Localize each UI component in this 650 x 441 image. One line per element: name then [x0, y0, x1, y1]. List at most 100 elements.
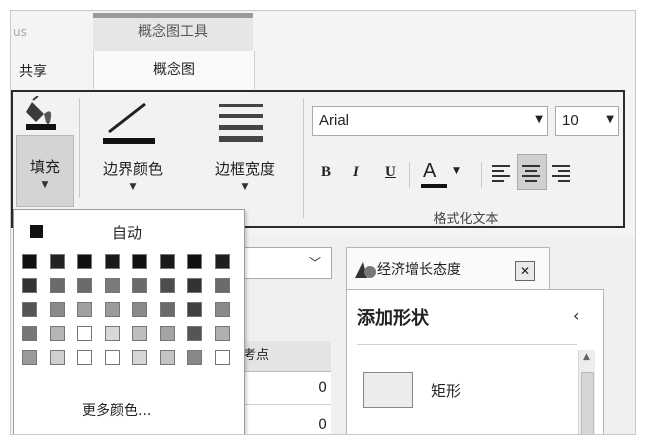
color-swatch[interactable] [104, 302, 120, 317]
font-color-letter: A [423, 160, 437, 182]
color-swatch[interactable] [77, 326, 92, 341]
color-swatch[interactable] [214, 278, 230, 293]
border-width-label: 边框宽度 [214, 160, 275, 178]
shape-label[interactable]: 矩形 [431, 380, 461, 401]
border-color-button[interactable]: 边界颜色 ▼ [85, 94, 181, 206]
line-width-icon [219, 104, 263, 142]
color-swatch[interactable] [214, 254, 230, 269]
tab-concept-map[interactable]: 概念图 [93, 51, 255, 89]
underline-button[interactable]: U [385, 164, 396, 181]
cell-value: 0 [318, 380, 327, 396]
color-swatch[interactable] [77, 254, 92, 269]
color-swatch[interactable] [132, 326, 147, 341]
color-swatch[interactable] [132, 254, 147, 269]
color-swatch[interactable] [22, 254, 37, 269]
automatic-color-swatch[interactable] [30, 225, 43, 238]
color-swatch[interactable] [132, 350, 147, 365]
scroll-thumb[interactable] [581, 372, 594, 434]
chevron-down-icon: ▼ [535, 114, 543, 125]
color-swatch[interactable] [49, 326, 65, 341]
color-swatch[interactable] [214, 302, 230, 317]
color-swatch[interactable] [49, 254, 65, 269]
align-left-icon [492, 165, 510, 182]
app-window: us 概念图工具 共享 概念图 填充 ▼ 边界颜色 ▼ 边框宽度 ▼ Arial… [10, 10, 636, 435]
color-swatch[interactable] [22, 278, 37, 293]
color-swatch[interactable] [159, 302, 175, 317]
color-swatch[interactable] [22, 350, 37, 365]
ribbon: 填充 ▼ 边界颜色 ▼ 边框宽度 ▼ Arial ▼ 10 ▼ B I U A … [11, 90, 625, 228]
fill-button[interactable] [16, 94, 72, 134]
color-swatch[interactable] [77, 278, 92, 293]
font-color-button[interactable]: A ▼ [417, 158, 475, 188]
automatic-color-option[interactable]: 自动 [112, 222, 142, 243]
align-center-icon [522, 165, 540, 182]
border-color-label: 边界颜色 [102, 160, 163, 178]
ribbon-separator [409, 162, 410, 188]
scrollbar[interactable]: ▲ [578, 350, 595, 434]
ribbon-separator [79, 98, 80, 198]
color-swatch[interactable] [49, 302, 65, 317]
rectangle-shape-icon[interactable] [363, 372, 413, 408]
color-swatch[interactable] [159, 350, 175, 365]
color-swatch[interactable] [104, 326, 120, 341]
color-swatch[interactable] [159, 326, 175, 341]
column-header[interactable]: 考点 [243, 341, 331, 372]
add-shape-panel: 添加形状 ‹ 矩形 ▲ [346, 289, 604, 434]
color-swatch[interactable] [187, 326, 202, 341]
fill-label: 填充 [29, 158, 60, 176]
chevron-down-icon: ▼ [41, 180, 49, 190]
cell-value: 0 [318, 417, 327, 433]
font-name-select[interactable]: Arial ▼ [312, 106, 548, 136]
font-size-select[interactable]: 10 ▼ [555, 106, 619, 136]
align-right-button[interactable] [549, 158, 575, 188]
fill-dropdown-button[interactable]: 填充 ▼ [16, 135, 74, 207]
color-swatch[interactable] [49, 350, 65, 365]
color-swatch[interactable] [214, 350, 230, 365]
table-cell[interactable]: 0 [243, 405, 331, 434]
color-palette-row [22, 326, 242, 350]
close-icon[interactable]: ✕ [515, 261, 535, 281]
tab-share[interactable]: 共享 [19, 61, 47, 81]
color-swatch[interactable] [214, 326, 230, 341]
border-width-button[interactable]: 边框宽度 ▼ [197, 94, 293, 206]
bold-button[interactable]: B [321, 164, 331, 181]
chevron-left-icon[interactable]: ‹ [573, 306, 579, 325]
document-tab[interactable]: 经济增长态度 ✕ [346, 247, 550, 290]
chevron-down-icon: ▼ [606, 114, 614, 125]
color-swatch[interactable] [132, 278, 147, 293]
color-swatch[interactable] [187, 350, 202, 365]
contextual-tab-group-header: 概念图工具 [93, 13, 253, 52]
view-select[interactable]: ﹀ [243, 247, 332, 279]
table-cell[interactable]: 0 [243, 372, 331, 405]
color-swatch[interactable] [187, 254, 202, 269]
color-swatch[interactable] [132, 302, 147, 317]
color-swatch[interactable] [187, 302, 202, 317]
font-name-value: Arial [319, 112, 350, 129]
align-left-button[interactable] [489, 158, 515, 188]
color-swatch[interactable] [187, 278, 202, 293]
chevron-down-icon: ▼ [241, 182, 249, 192]
color-swatch[interactable] [104, 278, 120, 293]
ribbon-separator [303, 98, 304, 218]
color-swatch[interactable] [104, 254, 120, 269]
chevron-down-icon: ﹀ [309, 256, 322, 270]
color-swatch[interactable] [77, 302, 92, 317]
italic-button[interactable]: I [353, 164, 359, 181]
align-right-icon [552, 165, 570, 182]
color-swatch[interactable] [159, 254, 175, 269]
color-swatch[interactable] [49, 278, 65, 293]
color-swatch[interactable] [22, 326, 37, 341]
align-center-button[interactable] [517, 154, 547, 190]
color-swatch[interactable] [104, 350, 120, 365]
color-swatch[interactable] [77, 350, 92, 365]
scroll-up-icon[interactable]: ▲ [583, 352, 590, 362]
format-text-group-label: 格式化文本 [433, 212, 499, 227]
color-palette-row [22, 254, 242, 278]
more-colors-option[interactable]: 更多颜色... [82, 400, 151, 420]
color-palette-row [22, 350, 242, 374]
color-palette-row [22, 302, 242, 326]
line-color-icon [103, 102, 155, 144]
color-swatch[interactable] [22, 302, 37, 317]
font-size-value: 10 [562, 112, 579, 129]
color-swatch[interactable] [159, 278, 175, 293]
